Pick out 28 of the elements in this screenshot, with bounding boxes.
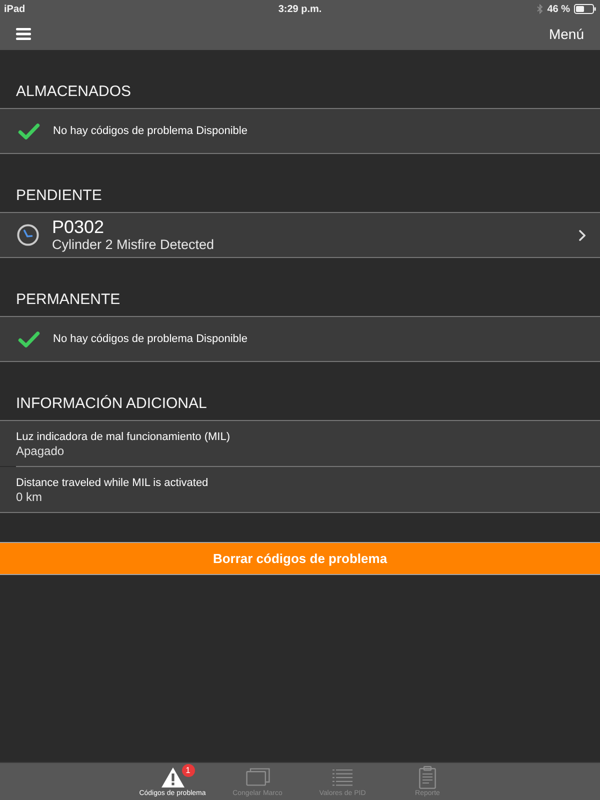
clipboard-icon xyxy=(419,766,436,788)
warning-icon xyxy=(160,766,184,788)
bluetooth-icon xyxy=(537,4,544,14)
count-badge: 1 xyxy=(182,764,194,777)
clear-codes-button[interactable]: Borrar códigos de problema xyxy=(0,542,600,575)
section-header: INFORMACIÓN ADICIONAL xyxy=(16,395,207,413)
info-value: Apagado xyxy=(16,444,64,458)
device-name: iPad xyxy=(4,2,26,16)
info-value: 0 km xyxy=(16,490,42,504)
list-icon xyxy=(332,768,353,786)
chevron-right-icon xyxy=(579,230,586,240)
menu-icon[interactable] xyxy=(16,28,31,40)
status-message: No hay códigos de problema Disponible xyxy=(53,124,248,139)
section-header: ALMACENADOS xyxy=(16,83,132,101)
battery-percentage: 46 % xyxy=(547,2,570,16)
menu-link[interactable]: Menú xyxy=(548,27,584,41)
clock-icon xyxy=(17,224,39,246)
battery-icon xyxy=(574,4,596,14)
info-label: Luz indicadora de mal funcionamiento (MIL) xyxy=(16,430,230,444)
check-icon xyxy=(18,122,40,140)
section-header: PERMANENTE xyxy=(16,291,120,309)
section-header: PENDIENTE xyxy=(16,187,102,205)
clock-time: 3:29 p.m. xyxy=(278,2,322,16)
info-label: Distance traveled while MIL is activated xyxy=(16,476,208,490)
check-icon xyxy=(18,330,40,348)
stacked-windows-icon xyxy=(246,768,270,786)
status-message: No hay códigos de problema Disponible xyxy=(53,332,248,347)
trouble-code-item[interactable]: P0302 Cylinder 2 Misfire Detected xyxy=(0,213,600,257)
